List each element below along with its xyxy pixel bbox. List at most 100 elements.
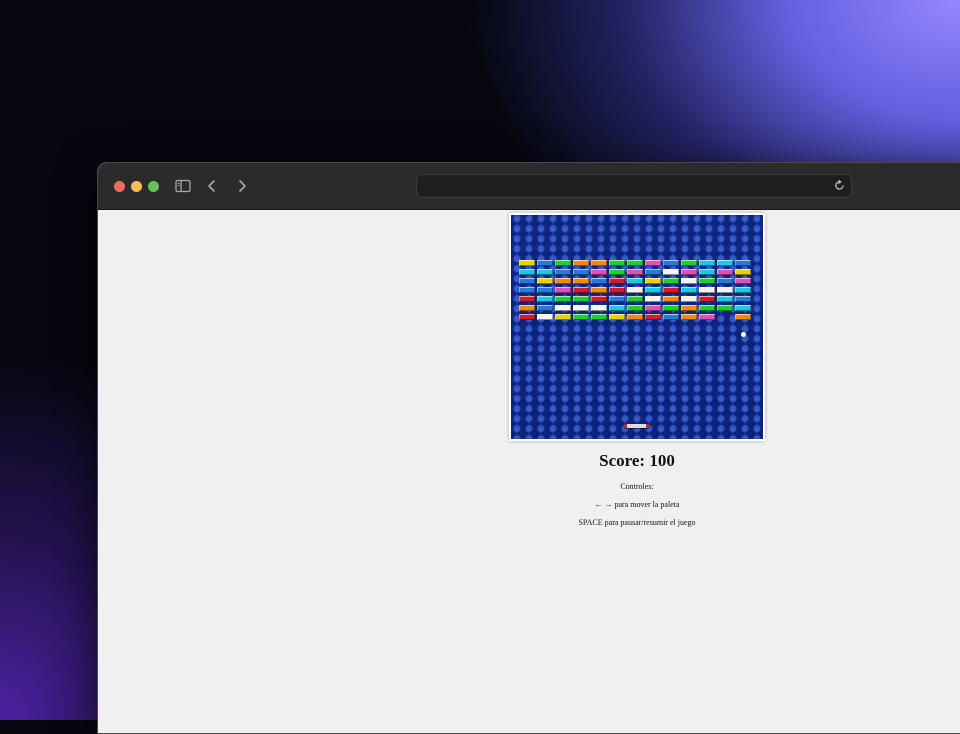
zoom-window-button[interactable]	[148, 181, 159, 192]
brick	[681, 305, 697, 311]
brick	[627, 287, 643, 293]
reload-icon[interactable]	[832, 178, 847, 193]
brick	[591, 269, 607, 275]
brick	[609, 296, 625, 302]
brick	[573, 260, 589, 266]
brick	[735, 260, 751, 266]
browser-window: Score: 100 Controles: ← → para mover la …	[97, 162, 960, 734]
brick	[645, 305, 661, 311]
controls-pause-text: SPACE para pausar/resumir el juego	[578, 518, 696, 527]
brick	[645, 314, 661, 320]
brick	[519, 278, 535, 284]
brick	[537, 296, 553, 302]
brick	[627, 260, 643, 266]
brick	[519, 305, 535, 311]
brick	[699, 305, 715, 311]
brick	[609, 260, 625, 266]
brick	[681, 278, 697, 284]
brick	[537, 269, 553, 275]
brick	[519, 260, 535, 266]
brick	[609, 287, 625, 293]
brick	[735, 278, 751, 284]
sidebar-icon[interactable]	[173, 176, 193, 196]
brick	[609, 314, 625, 320]
game-canvas[interactable]	[509, 213, 765, 441]
brick	[717, 305, 733, 311]
brick	[717, 296, 733, 302]
brick	[699, 296, 715, 302]
brick	[717, 287, 733, 293]
brick	[699, 260, 715, 266]
brick	[609, 269, 625, 275]
brick	[717, 260, 733, 266]
brick	[735, 269, 751, 275]
brick	[519, 269, 535, 275]
brick	[591, 296, 607, 302]
brick	[645, 278, 661, 284]
brick	[573, 269, 589, 275]
brick	[663, 305, 679, 311]
brick	[699, 287, 715, 293]
back-icon[interactable]	[202, 176, 222, 196]
brick	[609, 305, 625, 311]
brick	[735, 296, 751, 302]
brick	[519, 314, 535, 320]
brick	[663, 296, 679, 302]
brick	[573, 314, 589, 320]
brick	[627, 269, 643, 275]
brick	[645, 260, 661, 266]
brick	[555, 278, 571, 284]
controls-move-text: ← → para mover la paleta	[594, 500, 680, 509]
brick	[591, 287, 607, 293]
brick	[573, 296, 589, 302]
brick	[573, 278, 589, 284]
paddle[interactable]	[624, 424, 649, 428]
brick	[627, 305, 643, 311]
brick	[663, 260, 679, 266]
brick	[555, 269, 571, 275]
close-window-button[interactable]	[114, 181, 125, 192]
brick	[699, 278, 715, 284]
brick	[645, 287, 661, 293]
page-content: Score: 100 Controles: ← → para mover la …	[98, 210, 960, 733]
brick	[699, 269, 715, 275]
address-bar[interactable]	[416, 174, 852, 198]
brick	[519, 287, 535, 293]
brick	[681, 269, 697, 275]
brick	[573, 305, 589, 311]
brick	[519, 296, 535, 302]
brick	[537, 305, 553, 311]
brick	[537, 260, 553, 266]
brick	[681, 260, 697, 266]
forward-icon[interactable]	[232, 176, 252, 196]
brick	[537, 314, 553, 320]
brick	[717, 269, 733, 275]
brick	[555, 260, 571, 266]
brick	[663, 314, 679, 320]
brick	[645, 269, 661, 275]
brick	[627, 314, 643, 320]
brick	[663, 269, 679, 275]
brick	[591, 260, 607, 266]
brick	[591, 314, 607, 320]
brick	[555, 296, 571, 302]
brick	[591, 305, 607, 311]
score-display: Score: 100	[599, 451, 675, 470]
brick	[555, 305, 571, 311]
brick	[735, 287, 751, 293]
brick	[627, 296, 643, 302]
brick	[663, 278, 679, 284]
minimize-window-button[interactable]	[131, 181, 142, 192]
brick	[681, 296, 697, 302]
brick	[537, 278, 553, 284]
ball	[741, 332, 746, 337]
brick	[699, 314, 715, 320]
brick	[735, 314, 751, 320]
brick	[627, 278, 643, 284]
brick	[681, 287, 697, 293]
brick	[537, 287, 553, 293]
brick	[555, 314, 571, 320]
brick	[663, 287, 679, 293]
brick	[573, 287, 589, 293]
brick	[591, 278, 607, 284]
